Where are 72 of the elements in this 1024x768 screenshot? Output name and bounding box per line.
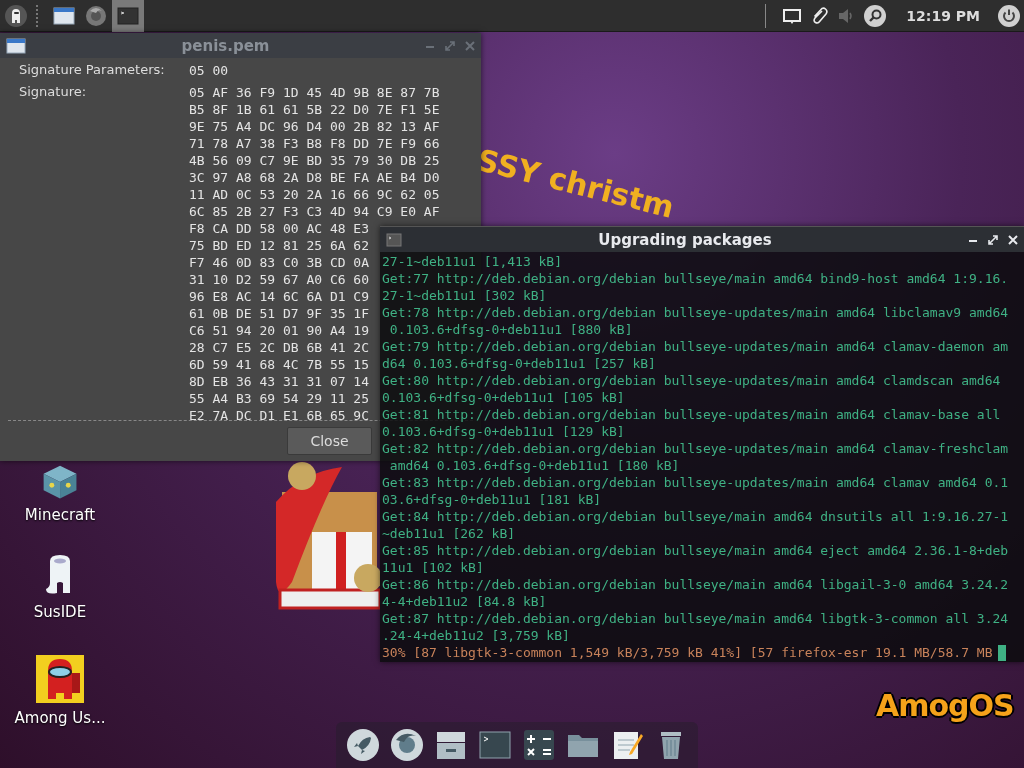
hex-value: 6C 85 2B 27 F3 C3 4D 94 C9 E0 AF: [189, 203, 440, 220]
search-icon[interactable]: [864, 4, 887, 27]
hex-value: 4B 56 09 C7 9E BD 35 79 30 DB 25: [189, 152, 440, 169]
text-cursor: [998, 644, 1007, 661]
logo-text: AmogOS: [876, 688, 1014, 723]
hex-value: E2 7A DC D1 E1 6B 65 9C: [189, 407, 369, 420]
hex-value: 9E 75 A4 DC 96 D4 00 2B 82 13 AF: [189, 118, 440, 135]
screen-icon[interactable]: [782, 6, 803, 25]
terminal-line: ~deb11u1 [262 kB]: [382, 525, 517, 542]
terminal-line: 03.6+dfsg-0+deb11u1 [181 kB]: [382, 491, 603, 508]
window-title: Upgrading packages: [597, 230, 773, 249]
hex-value: 31 10 D2 59 67 A0 C6 60: [189, 271, 369, 288]
terminal-line: 0.103.6+dfsg-0+deb11u1 [880 kB]: [388, 321, 634, 338]
wallpaper-greeting: SSY christm: [473, 142, 678, 225]
hex-value: F7 46 0D 83 C0 3B CD 0A: [189, 254, 369, 271]
hex-value: 55 A4 B3 69 54 29 11 25: [189, 390, 369, 407]
terminal-line: .24-4+deb11u2 [3,759 kB]: [382, 627, 571, 644]
window-icon: [6, 37, 26, 54]
hex-value: B5 8F 1B 61 61 5B 22 D0 7E F1 5E: [189, 101, 440, 118]
terminal-line: Get:78 http://deb.debian.org/debian bullseye-updates/main amd64 libclamav9 amd64: [382, 304, 1010, 321]
terminal-icon: [386, 232, 402, 247]
terminal-line: Get:84 http://deb.debian.org/debian bullseye/main amd64 dnsutils all 1:9.16.27-1: [382, 508, 1010, 525]
terminal-icon[interactable]: [117, 6, 139, 25]
hex-value: 05 AF 36 F9 1D 45 4D 9B 8E 87 7B: [189, 84, 440, 101]
terminal-line: d64 0.103.6+dfsg-0+deb11u1 [257 kB]: [382, 355, 657, 372]
terminal-line: 27-1~deb11u1 [302 kB]: [382, 287, 548, 304]
terminal-line: Get:79 http://deb.debian.org/debian bullseye-updates/main amd64 clamav-daemon am: [382, 338, 1010, 355]
terminal-line: 0.103.6+dfsg-0+deb11u1 [129 kB]: [382, 423, 626, 440]
rocket-icon[interactable]: [346, 728, 380, 762]
terminal-line: Get:80 http://deb.debian.org/debian bullseye-updates/main amd64 clamdscan amd64: [382, 372, 1002, 389]
calculator-icon[interactable]: [522, 728, 556, 762]
window-title: penis.pem: [180, 36, 271, 55]
terminal-line: 27-1~deb11u1 [1,413 kB]: [382, 253, 563, 270]
field-label: Signature Parameters:: [19, 61, 166, 79]
hex-value: 61 0B DE 51 D7 9F 35 1F: [189, 305, 369, 322]
terminal-line: 4-4+deb11u2 [84.8 kB]: [382, 593, 548, 610]
hex-value: 6D 59 41 68 4C 7B 55 15: [189, 356, 369, 373]
desktop-icon-label[interactable]: Among Us...: [14, 709, 106, 727]
hex-value: F8 CA DD 58 00 AC 48 E3: [189, 220, 369, 237]
hex-value: 8D EB 36 43 31 31 07 14: [189, 373, 369, 390]
hex-value: 71 78 A7 38 F3 B8 F8 DD 7E F9 66: [189, 135, 440, 152]
app-menu-icon[interactable]: [4, 3, 28, 28]
terminal-line: Get:85 http://deb.debian.org/debian bullseye/main amd64 eject amd64 2.36.1-8+deb: [382, 542, 1010, 559]
window-icon[interactable]: [53, 6, 75, 25]
close-button[interactable]: Close: [287, 427, 372, 455]
hex-value: 3C 97 A8 68 2A D8 BE FA AE B4 D0: [189, 169, 440, 186]
terminal-line: amd64 0.103.6+dfsg-0+deb11u1 [180 kB]: [388, 457, 681, 474]
hex-value: 11 AD 0C 53 20 2A 16 66 9C 62 05: [189, 186, 440, 203]
crewmate-icon[interactable]: [36, 655, 84, 703]
field-label: Signature:: [19, 83, 88, 101]
desktop-icon-label[interactable]: SusIDE: [33, 603, 87, 621]
power-icon[interactable]: [998, 4, 1020, 27]
terminal-icon[interactable]: [478, 728, 512, 762]
hex-value: C6 51 94 20 01 90 A4 19: [189, 322, 369, 339]
browser-icon[interactable]: [390, 728, 424, 762]
terminal-line: Get:82 http://deb.debian.org/debian bullseye-updates/main amd64 clamav-freshclam: [382, 440, 1010, 457]
paperclip-icon[interactable]: [810, 5, 829, 26]
hex-value: 96 E8 AC 14 6C 6A D1 C9: [189, 288, 369, 305]
hex-value: 05 00: [189, 62, 229, 79]
terminal-line: Get:83 http://deb.debian.org/debian bullseye-updates/main amd64 clamav amd64 0.1: [382, 474, 1010, 491]
hex-value: 75 BD ED 12 81 25 6A 62: [189, 237, 369, 254]
terminal-line: 11u1 [102 kB]: [382, 559, 485, 576]
desktop-icon-label[interactable]: Minecraft: [24, 506, 96, 524]
progress-line: 30% [87 libgtk-3-common 1,549 kB/3,759 kB 41%] [57 firefox-esr 19.1 MB/58.7 MB: [382, 644, 993, 661]
terminal-line: Get:77 http://deb.debian.org/debian bullseye/main amd64 bind9-host amd64 1:9.16.: [382, 270, 1010, 287]
terminal-line: Get:81 http://deb.debian.org/debian bullseye-updates/main amd64 clamav-base all: [382, 406, 1002, 423]
terminal-line: Get:87 http://deb.debian.org/debian bullseye/main amd64 libgtk-3-common all 3.24: [382, 610, 1010, 627]
clock[interactable]: 12:19 PM: [906, 7, 980, 24]
block-icon[interactable]: [42, 464, 78, 500]
hex-value: 28 C7 E5 2C DB 6B 41 2C: [189, 339, 369, 356]
terminal-line: Get:86 http://deb.debian.org/debian bullseye/main amd64 libgail-3-0 amd64 3.24.2: [382, 576, 1010, 593]
terminal-line: 0.103.6+dfsg-0+deb11u1 [105 kB]: [382, 389, 626, 406]
